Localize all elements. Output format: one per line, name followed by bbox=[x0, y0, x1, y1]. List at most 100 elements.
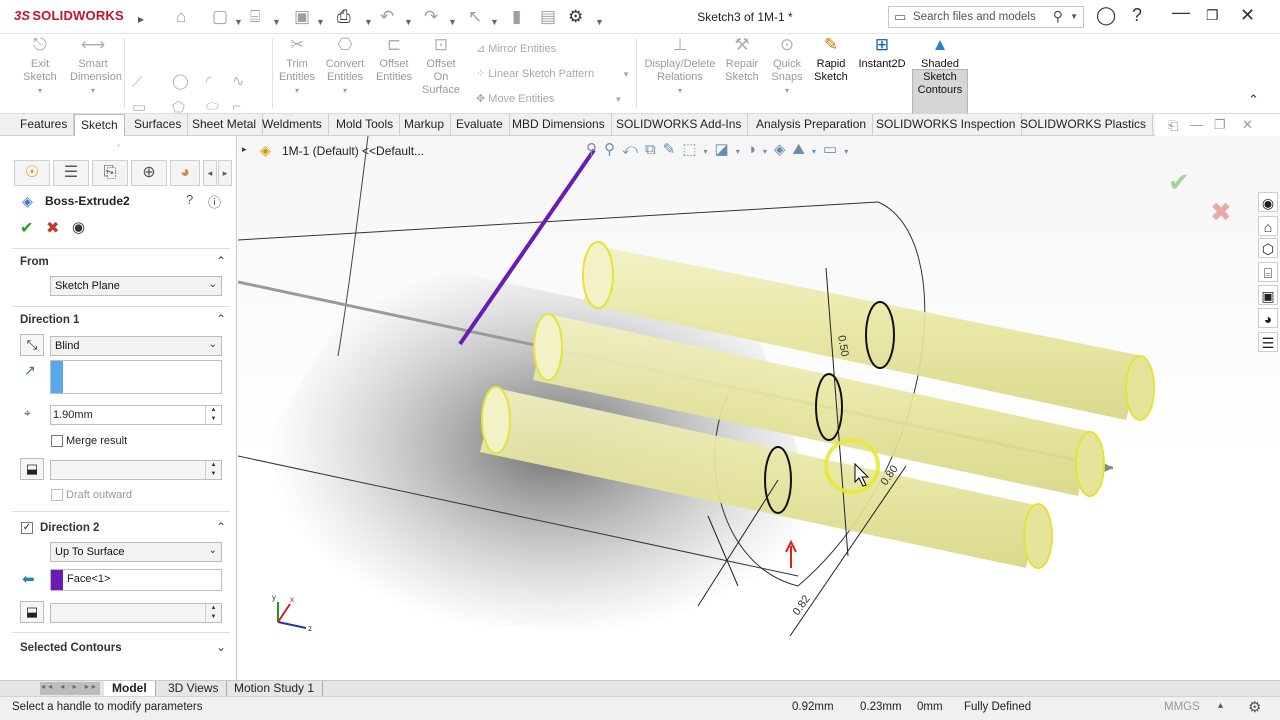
exit-sketch-button[interactable]: ⎋ Exit Sketch ▾ bbox=[18, 36, 62, 97]
move-entities-button[interactable]: ✥ Move Entities ▼ bbox=[476, 92, 622, 105]
quick-snaps-button[interactable]: ⊙ Quick Snaps ▾ bbox=[768, 36, 806, 97]
units-dropdown-icon[interactable]: ▴ bbox=[1218, 700, 1223, 711]
draft-outward-checkbox[interactable] bbox=[51, 489, 63, 501]
new-document-icon[interactable]: ▢ bbox=[212, 7, 228, 27]
solidworks-logo[interactable]: 3S SOLIDWORKS bbox=[14, 8, 124, 23]
close-icon[interactable]: ✕ bbox=[1240, 5, 1255, 26]
appearances-icon[interactable]: ◕ bbox=[1258, 308, 1278, 328]
spin-arrows-icon[interactable]: ▲ ▼ bbox=[205, 604, 221, 622]
arc-icon[interactable]: ◜ bbox=[206, 72, 212, 90]
tab-mbd-dimensions[interactable]: MBD Dimensions bbox=[506, 114, 612, 136]
tab-mold-tools[interactable]: Mold Tools bbox=[330, 114, 401, 136]
help-icon[interactable]: ? bbox=[186, 192, 193, 207]
search-dropdown-icon[interactable]: ▼ bbox=[1070, 12, 1078, 21]
mirror-entities-button[interactable]: ⊿ Mirror Entities bbox=[476, 42, 556, 55]
expand-menu-icon[interactable]: ▸ bbox=[138, 9, 144, 29]
collapse-chevron-icon[interactable]: ⌃ bbox=[216, 520, 226, 534]
repair-sketch-button[interactable]: ⚒ Repair Sketch bbox=[722, 36, 762, 84]
bottom-tab-model[interactable]: Model bbox=[104, 681, 156, 697]
model-canvas[interactable]: 0.50 0.80 0.82 z y x ✔ ✖ bbox=[238, 136, 1280, 680]
save-icon[interactable]: ▣ bbox=[294, 7, 310, 27]
from-select[interactable]: Sketch Plane ⌄ bbox=[50, 276, 222, 296]
options-gear-icon[interactable]: ⚙ bbox=[568, 7, 583, 27]
confirm-corner-cancel-icon[interactable]: ✖ bbox=[1210, 197, 1232, 227]
select-icon[interactable]: ↖ bbox=[468, 7, 482, 27]
tab-scroll-left-icon[interactable]: ◂ bbox=[203, 160, 217, 186]
convert-entities-button[interactable]: ⎔ Convert Entities ▾ bbox=[322, 36, 368, 97]
rapid-sketch-button[interactable]: ✎ Rapid Sketch bbox=[812, 36, 850, 84]
instant2d-button[interactable]: ⊞ Instant2D bbox=[856, 36, 908, 71]
ok-check-icon[interactable]: ✔ bbox=[20, 218, 33, 238]
help-icon[interactable]: ? bbox=[1132, 5, 1142, 26]
tree-expand-icon[interactable]: ▸ bbox=[242, 144, 247, 155]
search-box[interactable]: ▭ Search files and models ⚲ ▼ bbox=[888, 6, 1084, 28]
edit-appearance-icon[interactable]: ◈ bbox=[774, 141, 793, 158]
print-icon[interactable]: ⎙ bbox=[337, 7, 351, 27]
depth-input[interactable]: 1.90mm ▲ ▼ bbox=[50, 405, 222, 425]
new-dropdown-icon[interactable]: ▼ bbox=[234, 12, 243, 32]
file-properties-icon[interactable]: ▤ bbox=[540, 7, 556, 27]
display-delete-relations-button[interactable]: ⊥ Display/Delete Relations ▾ bbox=[642, 36, 718, 97]
viewport-restore-icon[interactable]: ❐ bbox=[1214, 117, 1226, 133]
feature-manager-tab[interactable]: ☉ bbox=[14, 160, 50, 186]
rebuild-icon[interactable]: ▮ bbox=[512, 7, 521, 27]
apply-scene-icon[interactable]: ⛰ bbox=[792, 141, 812, 158]
display-style-icon[interactable]: ◪ bbox=[715, 141, 736, 158]
tab-options-icon[interactable]: ⎗ bbox=[1168, 118, 1178, 134]
draft-icon[interactable]: ⬓ bbox=[20, 601, 44, 623]
previous-view-icon[interactable]: ⤺ bbox=[622, 141, 645, 158]
tab-surfaces[interactable]: Surfaces bbox=[128, 114, 189, 136]
direction2-draft-input[interactable]: ▲ ▼ bbox=[50, 603, 222, 623]
direction2-type-select[interactable]: Up To Surface ⌄ bbox=[50, 542, 222, 562]
preview-eye-icon[interactable]: ◉ bbox=[72, 218, 85, 236]
undo-icon[interactable]: ↶ bbox=[380, 7, 394, 27]
direction-vector-field[interactable] bbox=[50, 360, 222, 394]
select-dropdown-icon[interactable]: ▼ bbox=[490, 12, 499, 32]
draft-icon[interactable]: ⬓ bbox=[20, 458, 44, 480]
hide-show-items-icon[interactable]: ◑ bbox=[747, 141, 763, 158]
tab-markup[interactable]: Markup bbox=[398, 114, 452, 136]
save-dropdown-icon[interactable]: ▼ bbox=[316, 12, 325, 32]
bottom-tab-motion-study-1[interactable]: Motion Study 1 bbox=[226, 681, 324, 697]
tab-solidworks-inspection[interactable]: SOLIDWORKS Inspection bbox=[870, 114, 1023, 136]
cancel-x-icon[interactable]: ✖ bbox=[46, 218, 59, 238]
tab-solidworks-plastics[interactable]: SOLIDWORKS Plastics bbox=[1014, 114, 1154, 136]
draft-angle-input[interactable]: ▲ ▼ bbox=[50, 460, 222, 480]
custom-properties-icon[interactable]: ☰ bbox=[1258, 332, 1278, 352]
view-orientation-icon[interactable]: ⬚ bbox=[682, 141, 703, 158]
circle-icon[interactable]: ◯ bbox=[172, 72, 189, 90]
direction1-type-select[interactable]: Blind ⌄ bbox=[50, 336, 222, 356]
dynamic-annotation-icon[interactable]: ✎ bbox=[663, 141, 683, 158]
trim-entities-button[interactable]: ✂ Trim Entities ▾ bbox=[276, 36, 318, 97]
flyout-tree-item[interactable]: 1M-1 (Default) <<Default... bbox=[282, 144, 424, 158]
design-library-icon[interactable]: ⬡ bbox=[1258, 238, 1278, 258]
spin-arrows-icon[interactable]: ▲ ▼ bbox=[205, 461, 221, 479]
tab-sheet-metal[interactable]: Sheet Metal bbox=[186, 114, 264, 136]
minimize-icon[interactable]: — bbox=[1172, 2, 1190, 23]
open-icon[interactable]: ⌸ bbox=[250, 7, 260, 27]
tab-features[interactable]: Features bbox=[14, 114, 75, 136]
smart-dimension-button[interactable]: ⟷ Smart Dimension ▾ bbox=[70, 36, 122, 97]
reverse-direction-icon[interactable]: ⤡ bbox=[20, 334, 44, 356]
tab-analysis-preparation[interactable]: Analysis Preparation bbox=[750, 114, 874, 136]
search-input[interactable]: Search files and models bbox=[913, 11, 1036, 23]
direction2-face-field[interactable]: Face<1> bbox=[50, 569, 222, 591]
file-explorer-icon[interactable]: ⌸ bbox=[1258, 262, 1278, 282]
viewport-close-icon[interactable]: ✕ bbox=[1242, 117, 1253, 133]
panel-splitter[interactable]: ◦ bbox=[0, 136, 237, 156]
spin-arrows-icon[interactable]: ▲ ▼ bbox=[205, 406, 221, 424]
options-dropdown-icon[interactable]: ▼ bbox=[595, 12, 604, 32]
view-settings-icon[interactable]: ▭ bbox=[823, 141, 844, 158]
offset-entities-button[interactable]: ⊏ Offset Entities bbox=[372, 36, 416, 84]
zoom-area-icon[interactable]: ⚲ bbox=[604, 141, 622, 158]
viewport-minimize-icon[interactable]: — bbox=[1190, 117, 1203, 132]
bottom-tab-3d-views[interactable]: 3D Views bbox=[160, 681, 228, 697]
confirm-corner-ok-icon[interactable]: ✔ bbox=[1168, 167, 1190, 197]
ellipse-icon[interactable]: ⬭ bbox=[206, 98, 219, 115]
tab-weldments[interactable]: Weldments bbox=[256, 114, 329, 136]
solidworks-resources-icon[interactable]: ◉ bbox=[1258, 192, 1278, 212]
configuration-manager-tab[interactable]: ⎘ bbox=[92, 160, 128, 186]
tab-sketch[interactable]: Sketch bbox=[74, 114, 125, 137]
open-dropdown-icon[interactable]: ▼ bbox=[272, 12, 281, 32]
search-icon[interactable]: ⚲ bbox=[1053, 8, 1063, 25]
